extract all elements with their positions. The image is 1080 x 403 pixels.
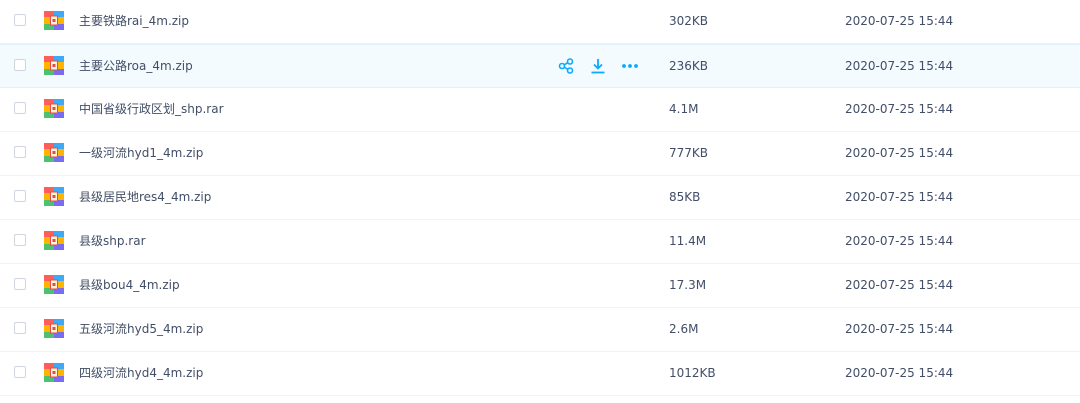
file-name[interactable]: 四级河流hyd4_4m.zip bbox=[79, 365, 203, 381]
row-checkbox[interactable] bbox=[14, 190, 26, 202]
download-icon[interactable] bbox=[588, 56, 608, 76]
zip-archive-icon bbox=[44, 99, 64, 118]
file-modified-time: 2020-07-25 15:44 bbox=[845, 146, 954, 160]
zip-archive-icon bbox=[44, 143, 64, 162]
zip-archive-icon bbox=[44, 11, 64, 30]
file-modified-time: 2020-07-25 15:44 bbox=[845, 190, 954, 204]
zip-archive-icon bbox=[44, 363, 64, 382]
more-icon[interactable] bbox=[620, 56, 640, 76]
file-size: 1012KB bbox=[669, 366, 716, 380]
file-row[interactable]: 主要铁路rai_4m.zip 302KB 2020-07-25 15:44 bbox=[0, 0, 1080, 44]
row-checkbox[interactable] bbox=[14, 59, 26, 71]
zip-archive-icon bbox=[44, 231, 64, 250]
file-name[interactable]: 主要铁路rai_4m.zip bbox=[79, 13, 189, 29]
row-checkbox[interactable] bbox=[14, 278, 26, 290]
file-row[interactable]: 主要公路roa_4m.zip 236KB 2020-07-25 15:44 bbox=[0, 44, 1080, 88]
file-name[interactable]: 主要公路roa_4m.zip bbox=[79, 58, 193, 74]
zip-archive-icon bbox=[44, 187, 64, 206]
file-size: 17.3M bbox=[669, 278, 707, 292]
file-modified-time: 2020-07-25 15:44 bbox=[845, 366, 954, 380]
row-checkbox[interactable] bbox=[14, 234, 26, 246]
file-row[interactable]: 中国省级行政区划_shp.rar 4.1M 2020-07-25 15:44 bbox=[0, 88, 1080, 132]
row-checkbox[interactable] bbox=[14, 322, 26, 334]
file-name[interactable]: 五级河流hyd5_4m.zip bbox=[79, 321, 203, 337]
file-row[interactable]: 县级bou4_4m.zip 17.3M 2020-07-25 15:44 bbox=[0, 264, 1080, 308]
zip-archive-icon bbox=[44, 275, 64, 294]
file-name[interactable]: 县级bou4_4m.zip bbox=[79, 277, 180, 293]
file-size: 2.6M bbox=[669, 322, 699, 336]
file-modified-time: 2020-07-25 15:44 bbox=[845, 322, 954, 336]
file-row[interactable]: 县级居民地res4_4m.zip 85KB 2020-07-25 15:44 bbox=[0, 176, 1080, 220]
file-modified-time: 2020-07-25 15:44 bbox=[845, 14, 954, 28]
file-modified-time: 2020-07-25 15:44 bbox=[845, 59, 954, 73]
file-modified-time: 2020-07-25 15:44 bbox=[845, 102, 954, 116]
row-checkbox[interactable] bbox=[14, 102, 26, 114]
file-size: 11.4M bbox=[669, 234, 707, 248]
file-name[interactable]: 中国省级行政区划_shp.rar bbox=[79, 101, 224, 117]
file-name[interactable]: 县级居民地res4_4m.zip bbox=[79, 189, 211, 205]
row-checkbox[interactable] bbox=[14, 366, 26, 378]
file-name[interactable]: 县级shp.rar bbox=[79, 233, 146, 249]
zip-archive-icon bbox=[44, 319, 64, 338]
row-checkbox[interactable] bbox=[14, 14, 26, 26]
file-row[interactable]: 五级河流hyd5_4m.zip 2.6M 2020-07-25 15:44 bbox=[0, 308, 1080, 352]
file-row[interactable]: 四级河流hyd4_4m.zip 1012KB 2020-07-25 15:44 bbox=[0, 352, 1080, 396]
file-size: 777KB bbox=[669, 146, 709, 160]
row-actions bbox=[556, 56, 652, 76]
file-name[interactable]: 一级河流hyd1_4m.zip bbox=[79, 145, 203, 161]
file-size: 85KB bbox=[669, 190, 701, 204]
row-checkbox[interactable] bbox=[14, 146, 26, 158]
file-row[interactable]: 县级shp.rar 11.4M 2020-07-25 15:44 bbox=[0, 220, 1080, 264]
file-modified-time: 2020-07-25 15:44 bbox=[845, 278, 954, 292]
file-modified-time: 2020-07-25 15:44 bbox=[845, 234, 954, 248]
file-list: 主要铁路rai_4m.zip 302KB 2020-07-25 15:44 主要… bbox=[0, 0, 1080, 403]
file-size: 302KB bbox=[669, 14, 709, 28]
zip-archive-icon bbox=[44, 56, 64, 75]
share-icon[interactable] bbox=[556, 56, 576, 76]
file-size: 4.1M bbox=[669, 102, 699, 116]
file-size: 236KB bbox=[669, 59, 709, 73]
file-row[interactable]: 一级河流hyd1_4m.zip 777KB 2020-07-25 15:44 bbox=[0, 132, 1080, 176]
